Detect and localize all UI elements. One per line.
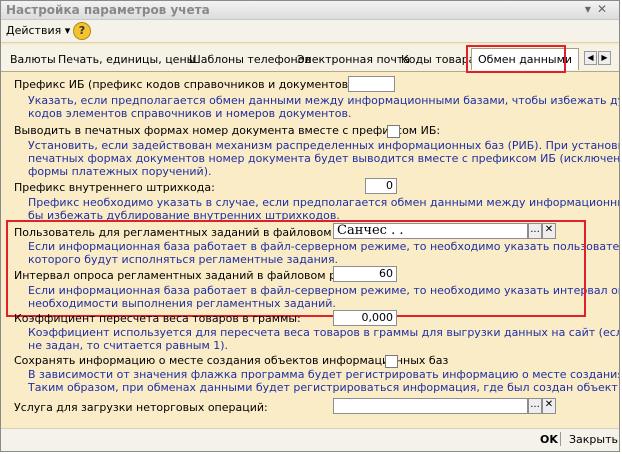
weight-coef-hint: Коэффициент используется для пересчета в… xyxy=(28,326,619,352)
close-button[interactable]: Закрыть xyxy=(569,433,618,446)
weight-coef-field[interactable]: 0,000 xyxy=(333,310,397,326)
actions-menu[interactable]: Действия ▾ xyxy=(6,24,70,37)
service-select-button[interactable]: ... xyxy=(528,398,542,414)
ok-button[interactable]: OK xyxy=(540,433,558,446)
service-label: Услуга для загрузки неторговых операций: xyxy=(14,401,268,414)
tab-next-icon[interactable]: ▶ xyxy=(598,51,611,65)
save-place-hint: В зависимости от значения флажка програм… xyxy=(28,368,620,394)
barcode-prefix-field[interactable]: 0 xyxy=(365,178,397,194)
print-prefix-checkbox[interactable] xyxy=(387,125,400,138)
tab-print[interactable]: Печать, единицы, цены xyxy=(58,53,195,66)
footer-divider xyxy=(560,432,561,446)
title-bar: Настройка параметров учета ▾✕ xyxy=(1,1,619,20)
highlight-scheduled-tasks xyxy=(6,220,586,317)
barcode-prefix-label: Префикс внутреннего штрихкода: xyxy=(14,181,215,194)
close-icon[interactable]: ✕ xyxy=(597,2,613,16)
minimize-icon[interactable]: ▾ xyxy=(585,2,597,16)
prefix-ib-hint: Указать, если предполагается обмен данны… xyxy=(28,94,619,120)
prefix-ib-field[interactable] xyxy=(348,76,395,92)
save-place-label: Сохранять информацию о месте создания об… xyxy=(14,354,449,367)
help-icon[interactable]: ? xyxy=(73,22,91,40)
window-controls: ▾✕ xyxy=(585,2,613,16)
tab-email[interactable]: Электронная почта xyxy=(297,53,410,66)
barcode-prefix-hint: Префикс необходимо указать в случае, есл… xyxy=(28,196,619,222)
tab-currencies[interactable]: Валюты xyxy=(10,53,56,66)
tab-prev-icon[interactable]: ◀ xyxy=(584,51,597,65)
service-clear-icon[interactable]: ✕ xyxy=(542,398,556,414)
save-place-checkbox[interactable] xyxy=(385,355,398,368)
footer-bar: OK Закрыть xyxy=(1,428,619,451)
highlight-tab xyxy=(466,45,566,73)
service-field[interactable] xyxy=(333,398,528,414)
settings-window: Настройка параметров учета ▾✕ Действия ▾… xyxy=(0,0,620,452)
tab-phone-templates[interactable]: Шаблоны телефонов xyxy=(189,53,311,66)
print-prefix-hint: Установить, если задействован механизм р… xyxy=(28,139,620,178)
prefix-ib-label: Префикс ИБ (префикс кодов справочников и… xyxy=(14,78,357,91)
print-prefix-label: Выводить в печатных формах номер докумен… xyxy=(14,124,441,137)
tab-product-codes[interactable]: Коды товара xyxy=(401,53,475,66)
weight-coef-label: Коэффициент пересчета веса товаров в гра… xyxy=(14,312,301,325)
toolbar: Действия ▾ ? xyxy=(1,20,619,43)
window-title: Настройка параметров учета xyxy=(6,3,210,17)
